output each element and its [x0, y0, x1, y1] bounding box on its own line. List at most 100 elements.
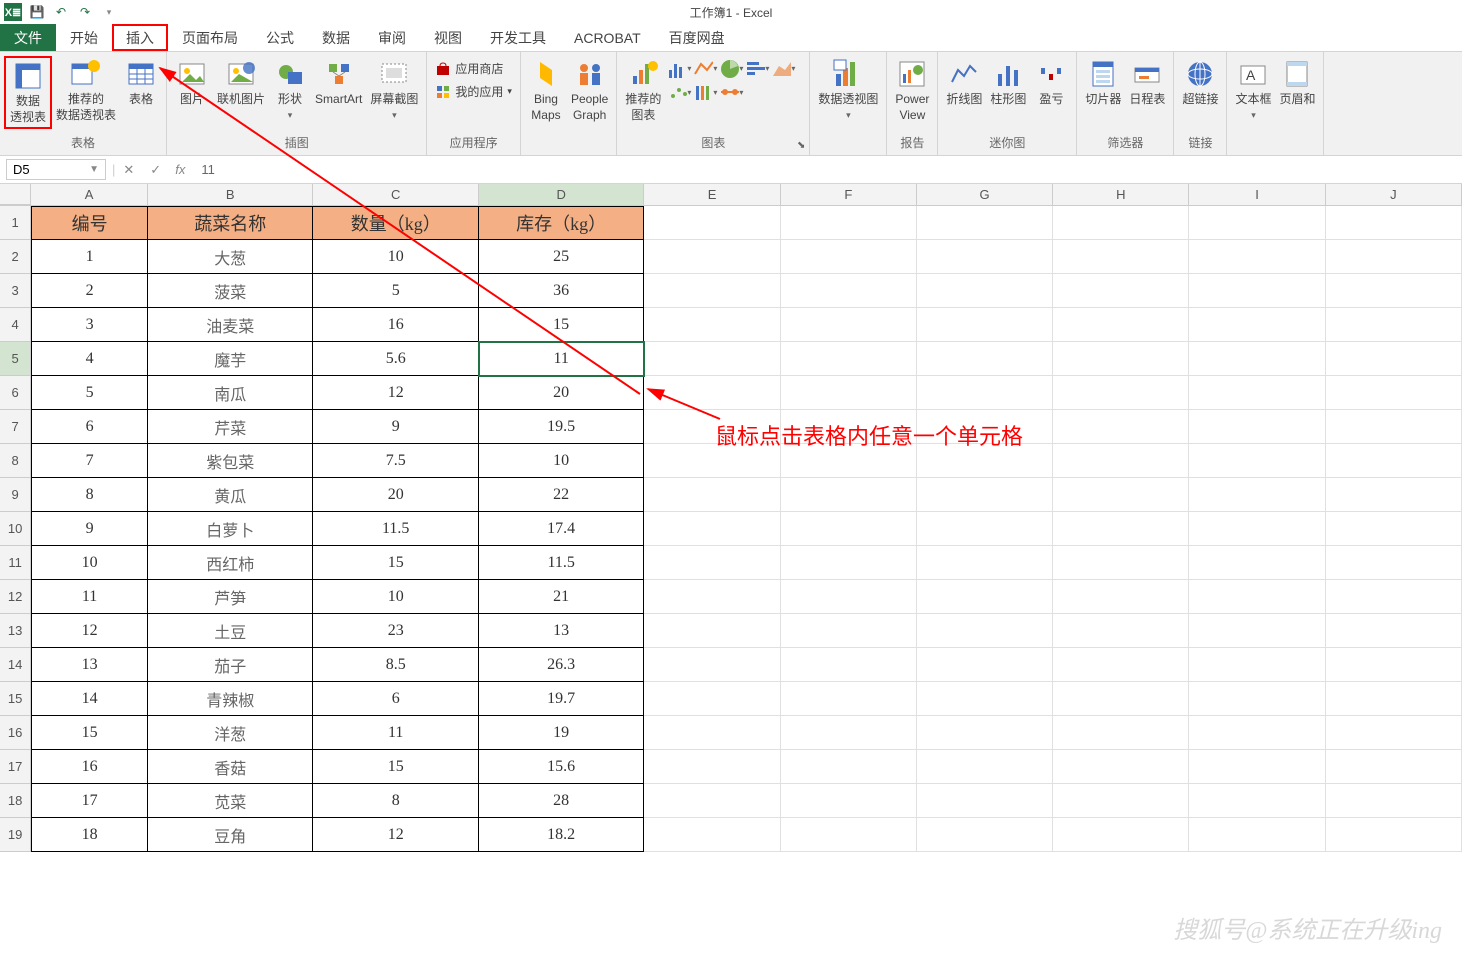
cell-D12[interactable]: 21: [479, 580, 644, 614]
cell-C8[interactable]: 7.5: [313, 444, 478, 478]
cell-I9[interactable]: [1189, 478, 1325, 512]
cell-E12[interactable]: [644, 580, 780, 614]
qat-redo-icon[interactable]: ↷: [76, 3, 94, 21]
cell-B6[interactable]: 南瓜: [148, 376, 313, 410]
store-button[interactable]: 应用商店: [433, 58, 514, 79]
cell-H2[interactable]: [1053, 240, 1189, 274]
cell-A11[interactable]: 10: [31, 546, 148, 580]
cell-A8[interactable]: 7: [31, 444, 148, 478]
cell-G7[interactable]: [917, 410, 1053, 444]
cell-H9[interactable]: [1053, 478, 1189, 512]
cell-B7[interactable]: 芹菜: [148, 410, 313, 444]
pivot-chart-button[interactable]: 数据透视图▾: [814, 56, 882, 123]
cell-J6[interactable]: [1326, 376, 1462, 410]
shapes-button[interactable]: 形状▾: [269, 56, 311, 123]
cell-J13[interactable]: [1326, 614, 1462, 648]
cell-H10[interactable]: [1053, 512, 1189, 546]
cell-I1[interactable]: [1189, 206, 1325, 240]
cell-H6[interactable]: [1053, 376, 1189, 410]
cell-E13[interactable]: [644, 614, 780, 648]
cell-D18[interactable]: 28: [479, 784, 644, 818]
cell-C6[interactable]: 12: [313, 376, 478, 410]
column-header-D[interactable]: D: [479, 184, 644, 205]
cell-I15[interactable]: [1189, 682, 1325, 716]
chart-type-1[interactable]: ▾: [691, 56, 717, 80]
cell-C3[interactable]: 5: [313, 274, 478, 308]
row-header-9[interactable]: 9: [0, 478, 31, 512]
tab-页面布局[interactable]: 页面布局: [168, 24, 252, 51]
cell-G4[interactable]: [917, 308, 1053, 342]
cell-C4[interactable]: 16: [313, 308, 478, 342]
qat-save-icon[interactable]: 💾: [28, 3, 46, 21]
cell-D19[interactable]: 18.2: [479, 818, 644, 852]
cell-B15[interactable]: 青辣椒: [148, 682, 313, 716]
row-header-10[interactable]: 10: [0, 512, 31, 546]
cell-H18[interactable]: [1053, 784, 1189, 818]
cell-G6[interactable]: [917, 376, 1053, 410]
chart-type-7[interactable]: ▾: [717, 80, 743, 104]
cell-H19[interactable]: [1053, 818, 1189, 852]
cell-F13[interactable]: [781, 614, 917, 648]
cell-J3[interactable]: [1326, 274, 1462, 308]
cell-A4[interactable]: 3: [31, 308, 148, 342]
name-box-dropdown-icon[interactable]: ▼: [89, 164, 99, 175]
cell-E10[interactable]: [644, 512, 780, 546]
cell-A19[interactable]: 18: [31, 818, 148, 852]
cell-J2[interactable]: [1326, 240, 1462, 274]
cell-F16[interactable]: [781, 716, 917, 750]
cell-C17[interactable]: 15: [313, 750, 478, 784]
cell-E17[interactable]: [644, 750, 780, 784]
cell-D7[interactable]: 19.5: [479, 410, 644, 444]
column-header-F[interactable]: F: [781, 184, 917, 205]
textbox-button[interactable]: A文本框▾: [1231, 56, 1275, 123]
cell-F18[interactable]: [781, 784, 917, 818]
cell-H14[interactable]: [1053, 648, 1189, 682]
cell-D16[interactable]: 19: [479, 716, 644, 750]
cell-A6[interactable]: 5: [31, 376, 148, 410]
cell-I5[interactable]: [1189, 342, 1325, 376]
cell-J8[interactable]: [1326, 444, 1462, 478]
cell-E1[interactable]: [644, 206, 780, 240]
cell-A17[interactable]: 16: [31, 750, 148, 784]
chart-type-6[interactable]: ▾: [691, 80, 717, 104]
cell-G11[interactable]: [917, 546, 1053, 580]
row-header-15[interactable]: 15: [0, 682, 31, 716]
cell-G19[interactable]: [917, 818, 1053, 852]
my-apps-button[interactable]: 我的应用 ▾: [433, 81, 514, 102]
cell-G9[interactable]: [917, 478, 1053, 512]
cell-A2[interactable]: 1: [31, 240, 148, 274]
cell-C18[interactable]: 8: [313, 784, 478, 818]
chart-type-5[interactable]: ▾: [665, 80, 691, 104]
cell-E19[interactable]: [644, 818, 780, 852]
cell-D14[interactable]: 26.3: [479, 648, 644, 682]
column-header-I[interactable]: I: [1189, 184, 1325, 205]
cell-A10[interactable]: 9: [31, 512, 148, 546]
recommended-charts-button[interactable]: 推荐的 图表: [621, 56, 665, 125]
enter-icon[interactable]: ✓: [142, 162, 169, 178]
row-header-17[interactable]: 17: [0, 750, 31, 784]
cell-B19[interactable]: 豆角: [148, 818, 313, 852]
cell-G14[interactable]: [917, 648, 1053, 682]
cell-G10[interactable]: [917, 512, 1053, 546]
hyperlink-button[interactable]: 超链接: [1178, 56, 1222, 110]
cell-I16[interactable]: [1189, 716, 1325, 750]
chart-type-3[interactable]: ▾: [743, 56, 769, 80]
chart-type-0[interactable]: ▾: [665, 56, 691, 80]
cell-D11[interactable]: 11.5: [479, 546, 644, 580]
cell-B8[interactable]: 紫包菜: [148, 444, 313, 478]
cell-B10[interactable]: 白萝卜: [148, 512, 313, 546]
cell-G16[interactable]: [917, 716, 1053, 750]
tab-插入[interactable]: 插入: [112, 24, 168, 51]
row-header-5[interactable]: 5: [0, 342, 31, 376]
cell-E4[interactable]: [644, 308, 780, 342]
qat-undo-icon[interactable]: ↶: [52, 3, 70, 21]
cell-I19[interactable]: [1189, 818, 1325, 852]
column-header-H[interactable]: H: [1053, 184, 1189, 205]
cell-G17[interactable]: [917, 750, 1053, 784]
cell-J5[interactable]: [1326, 342, 1462, 376]
cell-H7[interactable]: [1053, 410, 1189, 444]
cell-D9[interactable]: 22: [479, 478, 644, 512]
cell-B14[interactable]: 茄子: [148, 648, 313, 682]
tab-审阅[interactable]: 审阅: [364, 24, 420, 51]
cell-H17[interactable]: [1053, 750, 1189, 784]
